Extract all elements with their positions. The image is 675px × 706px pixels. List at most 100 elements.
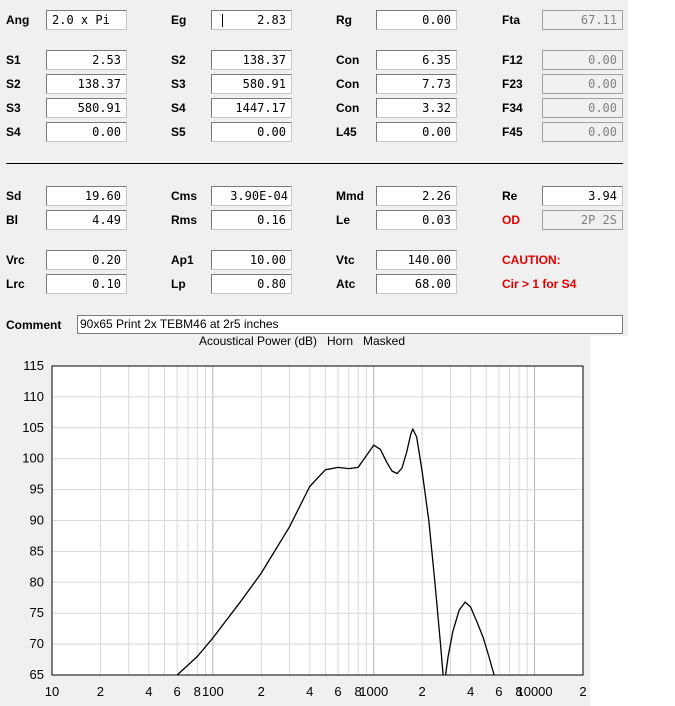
s4-col2-label: S4 [171, 101, 186, 115]
s3-label: S3 [6, 101, 21, 115]
f45-label: F45 [502, 125, 523, 139]
acoustical-power-chart: 1151101051009590858075706510 2 4 6 8 100 2 4 6 81… [22, 358, 586, 699]
fta-label: Fta [502, 13, 520, 27]
s1-field[interactable]: 2.53 [46, 50, 127, 70]
x-tick-label: 2 [579, 684, 586, 699]
re-label: Re [502, 189, 518, 203]
s4-label: S4 [6, 125, 21, 139]
x-tick-label: 10 [45, 684, 59, 699]
y-tick-label: 95 [30, 482, 44, 497]
con3-field[interactable]: 3.32 [376, 98, 457, 118]
ang-label: Ang [6, 13, 30, 27]
y-tick-label: 115 [23, 358, 44, 373]
rms-label: Rms [171, 213, 198, 227]
vrc-field[interactable]: 0.20 [46, 250, 127, 270]
vrc-label: Vrc [6, 253, 25, 267]
od-label: OD [502, 213, 520, 227]
lrc-label: Lrc [6, 277, 25, 291]
atc-field[interactable]: 68.00 [376, 274, 457, 294]
text-caret [222, 14, 223, 27]
s4-col2-field[interactable]: 1447.17 [211, 98, 292, 118]
le-field[interactable]: 0.03 [376, 210, 457, 230]
rms-field[interactable]: 0.16 [211, 210, 292, 230]
x-tick-label: 10000 [516, 684, 552, 699]
chart-title: Acoustical Power (dB) Horn Masked [198, 334, 406, 348]
y-tick-label: 100 [22, 451, 44, 466]
y-tick-label: 85 [30, 543, 44, 558]
s4-field[interactable]: 0.00 [46, 122, 127, 142]
x-tick-label: 6 [495, 684, 502, 699]
ap1-field[interactable]: 10.00 [211, 250, 292, 270]
x-tick-label: 6 [174, 684, 181, 699]
x-tick-label: 8 [194, 684, 201, 699]
y-tick-label: 75 [30, 605, 44, 620]
con2-field[interactable]: 7.73 [376, 74, 457, 94]
y-tick-label: 70 [30, 636, 44, 651]
mmd-label: Mmd [336, 189, 364, 203]
cms-label: Cms [171, 189, 198, 203]
eg-value: 2.83 [257, 13, 286, 27]
y-tick-label: 80 [30, 574, 44, 589]
s5-label: S5 [171, 125, 186, 139]
s3-field[interactable]: 580.91 [46, 98, 127, 118]
x-tick-label: 4 [306, 684, 313, 699]
lp-label: Lp [171, 277, 186, 291]
f23-label: F23 [502, 77, 523, 91]
ang-field[interactable]: 2.0 x Pi [46, 10, 127, 30]
x-tick-label: 4 [467, 684, 474, 699]
x-tick-label: 100 [202, 684, 224, 699]
caution-message: Cir > 1 for S4 [502, 277, 577, 291]
od-field: 2P 2S [542, 210, 623, 230]
con1-field[interactable]: 6.35 [376, 50, 457, 70]
divider [6, 163, 623, 164]
comment-field[interactable]: 90x65 Print 2x TEBM46 at 2r5 inches [77, 315, 623, 334]
s3-col2-field[interactable]: 580.91 [211, 74, 292, 94]
vtc-label: Vtc [336, 253, 355, 267]
lrc-field[interactable]: 0.10 [46, 274, 127, 294]
fta-field: 67.11 [542, 10, 623, 30]
cms-field[interactable]: 3.90E-04 [211, 186, 292, 206]
y-tick-label: 90 [30, 513, 44, 528]
s1-label: S1 [6, 53, 21, 67]
con2-label: Con [336, 77, 360, 91]
s5-field[interactable]: 0.00 [211, 122, 292, 142]
x-tick-label: 6 [334, 684, 341, 699]
eg-field[interactable]: 2.83 [211, 10, 292, 30]
y-tick-label: 65 [30, 667, 44, 682]
driver-parameters-panel: Ang 2.0 x Pi Eg 2.83 Rg 0.00 Fta 67.11 S… [0, 0, 628, 336]
re-field[interactable]: 3.94 [542, 186, 623, 206]
f23-field: 0.00 [542, 74, 623, 94]
le-label: Le [336, 213, 351, 227]
f45-field: 0.00 [542, 122, 623, 142]
s2-field[interactable]: 138.37 [46, 74, 127, 94]
ap1-label: Ap1 [171, 253, 194, 267]
con1-label: Con [336, 53, 360, 67]
f34-label: F34 [502, 101, 523, 115]
x-tick-label: 2 [419, 684, 426, 699]
l45-field[interactable]: 0.00 [376, 122, 457, 142]
x-tick-label: 1000 [359, 684, 388, 699]
bl-field[interactable]: 4.49 [46, 210, 127, 230]
s2-col2-label: S2 [171, 53, 186, 67]
sd-label: Sd [6, 189, 22, 203]
bl-label: Bl [6, 213, 18, 227]
s3-col2-label: S3 [171, 77, 186, 91]
f12-field: 0.00 [542, 50, 623, 70]
caution-title: CAUTION: [502, 253, 561, 267]
x-tick-label: 4 [145, 684, 152, 699]
l45-label: L45 [336, 125, 357, 139]
f12-label: F12 [502, 53, 523, 67]
s2-label: S2 [6, 77, 21, 91]
lp-field[interactable]: 0.80 [211, 274, 292, 294]
comment-label: Comment [6, 318, 62, 332]
mmd-field[interactable]: 2.26 [376, 186, 457, 206]
atc-label: Atc [336, 277, 356, 291]
sd-field[interactable]: 19.60 [46, 186, 127, 206]
rg-field[interactable]: 0.00 [376, 10, 457, 30]
s2-col2-field[interactable]: 138.37 [211, 50, 292, 70]
y-tick-label: 110 [23, 389, 44, 404]
vtc-field[interactable]: 140.00 [376, 250, 457, 270]
f34-field: 0.00 [542, 98, 623, 118]
x-tick-label: 2 [97, 684, 104, 699]
y-tick-label: 105 [22, 420, 44, 435]
